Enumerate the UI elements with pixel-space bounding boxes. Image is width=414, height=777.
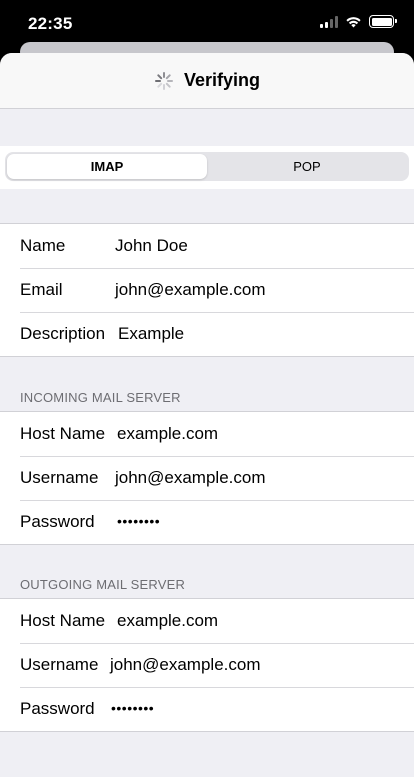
page-title: Verifying [183,70,261,90]
incoming-password-label: Password [20,512,95,531]
activity-spinner-icon [154,71,173,90]
account-info-group: Name John Doe Email john@example.com Des… [0,223,414,357]
incoming-password-row[interactable]: Password •••••••• [0,500,414,544]
status-bar: 22:35 [0,0,414,46]
incoming-host-row[interactable]: Host Name example.com [0,412,414,456]
wifi-icon [346,17,361,28]
outgoing-password-field[interactable]: •••••••• [111,700,154,716]
email-field[interactable]: john@example.com [115,280,266,300]
outgoing-password-row[interactable]: Password •••••••• [0,687,414,731]
incoming-password-field[interactable]: •••••••• [117,513,160,529]
protocol-segmented-control: IMAP POP [5,152,409,181]
outgoing-username-label: Username [20,655,99,674]
account-setup-sheet: Verifying IMAP POP Name John Doe Email j… [0,53,414,777]
description-label: Description [20,324,106,343]
description-field[interactable]: Example [118,324,184,344]
incoming-username-row[interactable]: Username john@example.com [0,456,414,500]
incoming-server-group: Host Name example.com Username john@exam… [0,411,414,545]
status-icons [320,15,397,28]
protocol-selector-band: IMAP POP [0,146,414,189]
battery-icon [369,15,397,28]
outgoing-password-label: Password [20,699,95,718]
incoming-host-field[interactable]: example.com [117,424,218,444]
outgoing-server-group: Host Name example.com Username john@exam… [0,598,414,732]
outgoing-host-field[interactable]: example.com [117,611,218,631]
incoming-host-label: Host Name [20,424,106,443]
name-label: Name [20,236,66,255]
description-row[interactable]: Description Example [0,312,414,356]
status-time: 22:35 [28,14,73,33]
segment-pop[interactable]: POP [207,154,407,179]
email-label: Email [20,280,63,299]
segment-imap[interactable]: IMAP [7,154,207,179]
cellular-signal-icon [320,15,338,28]
email-row[interactable]: Email john@example.com [0,268,414,312]
navigation-bar: Verifying [0,53,414,109]
incoming-username-field[interactable]: john@example.com [115,468,266,488]
nav-title-group: Verifying [154,70,260,91]
outgoing-section-header: OUTGOING MAIL SERVER [20,577,186,592]
outgoing-username-field[interactable]: john@example.com [110,655,261,675]
name-field[interactable]: John Doe [115,236,188,256]
outgoing-host-label: Host Name [20,611,106,630]
outgoing-username-row[interactable]: Username john@example.com [0,643,414,687]
outgoing-host-row[interactable]: Host Name example.com [0,599,414,643]
incoming-username-label: Username [20,468,99,487]
incoming-section-header: INCOMING MAIL SERVER [20,390,181,405]
name-row[interactable]: Name John Doe [0,224,414,268]
